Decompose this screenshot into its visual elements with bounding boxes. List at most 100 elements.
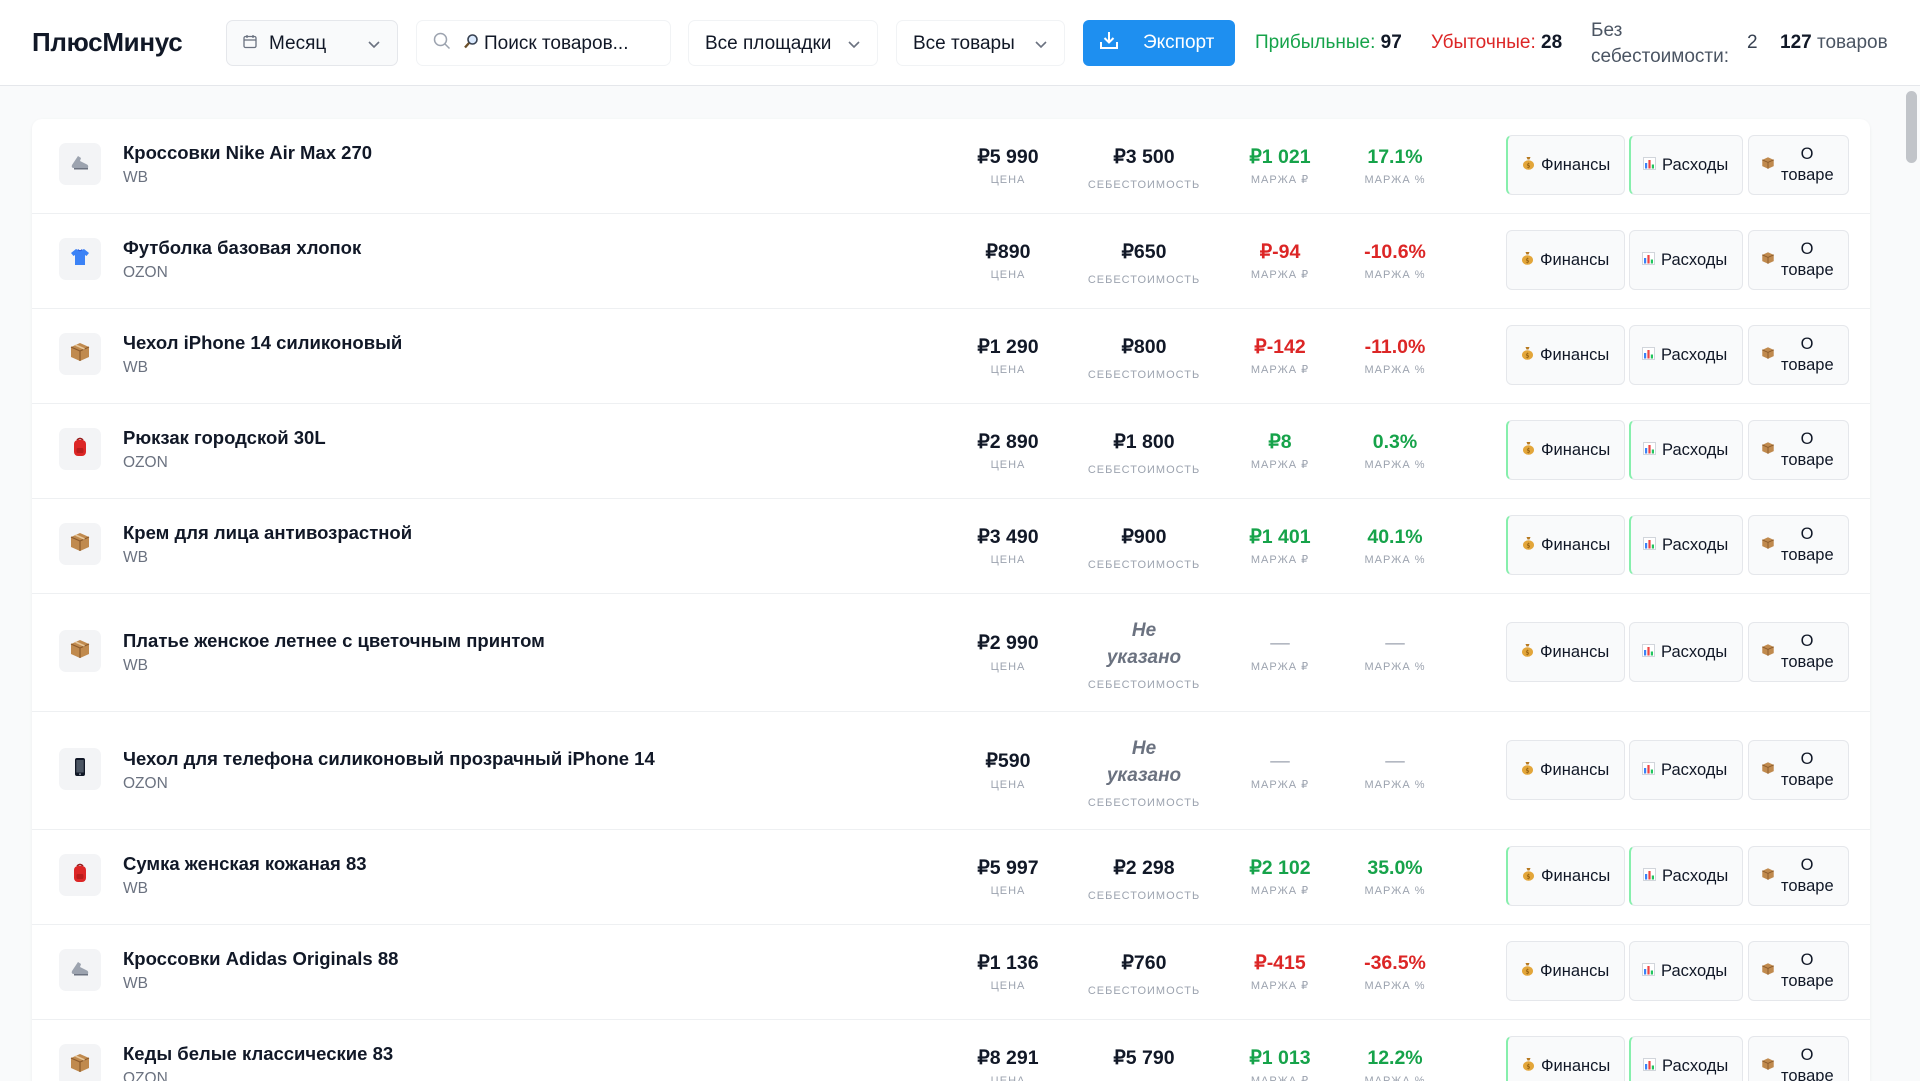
finance-button[interactable]: $ Финансы [1506,135,1625,195]
product-platform: WB [123,880,148,897]
svg-text:$: $ [1525,351,1529,359]
expenses-button[interactable]: Расходы [1629,1036,1743,1081]
finance-button[interactable]: $ Финансы [1506,941,1625,1001]
product-thumbnail [59,748,101,790]
about-product-button[interactable]: О товаре [1748,622,1849,682]
calendar-icon [243,34,257,53]
expenses-button[interactable]: Расходы [1629,740,1743,800]
product-thumbnail [59,523,101,565]
product-list: Кроссовки Nike Air Max 270 WB ₽5 990 ЦЕНА ₽3… [32,119,1870,1081]
top-bar: ПлюсМинус Месяц Поиск товаров... Все пло… [0,0,1920,86]
about-product-button[interactable]: О товаре [1748,515,1849,575]
about-product-button[interactable]: О товаре [1748,230,1849,290]
about-product-button[interactable]: О товаре [1748,420,1849,480]
expenses-button-label: Расходы [1662,155,1729,174]
export-button-label: Экспорт [1143,32,1215,53]
product-name[interactable]: Кроссовки Nike Air Max 270 [123,142,372,164]
margin-pct-label: МАРЖА % [1364,364,1426,376]
product-row: Крем для лица антивозрастной WB ₽3 490 ЦЕНА… [32,499,1870,594]
margin-pct-value: — [1385,632,1405,654]
finance-button[interactable]: $ Финансы [1506,230,1625,290]
product-name[interactable]: Крем для лица антивозрастной [123,522,412,544]
finance-button-label: Финансы [1541,155,1611,174]
about-product-button-label: О товаре [1781,632,1834,671]
platforms-select[interactable]: Все площадки [688,20,878,66]
scrollbar-thumb[interactable] [1906,91,1917,163]
money-bag-icon: $ [1522,536,1535,555]
about-product-button[interactable]: О товаре [1748,846,1849,906]
profitable-count: Прибыльные: 97 [1255,31,1402,55]
about-product-button-label: О товаре [1781,430,1834,469]
about-product-button[interactable]: О товаре [1748,941,1849,1001]
about-product-button-label: О товаре [1781,750,1834,789]
product-name[interactable]: Футболка базовая хлопок [123,237,361,259]
finance-button[interactable]: $ Финансы [1506,740,1625,800]
product-platform: WB [123,359,148,376]
about-product-button-label: О товаре [1781,951,1834,990]
finance-button-label: Финансы [1540,250,1610,269]
finance-button[interactable]: $ Финансы [1506,325,1625,385]
money-bag-icon: $ [1521,962,1534,981]
finance-button[interactable]: $ Финансы [1506,515,1625,575]
margin-pct-label: МАРЖА % [1364,885,1426,897]
finance-button[interactable]: $ Финансы [1506,420,1625,480]
expenses-button[interactable]: Расходы [1629,325,1743,385]
product-row: Кроссовки Nike Air Max 270 WB ₽5 990 ЦЕНА ₽3… [32,119,1870,214]
about-product-button-label: О товаре [1781,525,1834,564]
about-product-button[interactable]: О товаре [1748,135,1849,195]
expenses-button[interactable]: Расходы [1629,941,1743,1001]
expenses-button[interactable]: Расходы [1629,515,1743,575]
finance-button[interactable]: $ Финансы [1506,846,1625,906]
expenses-button[interactable]: Расходы [1629,135,1743,195]
backpack-icon [69,436,91,463]
finance-button[interactable]: $ Финансы [1506,622,1625,682]
product-name[interactable]: Чехол для телефона силиконовый прозрачны… [123,748,655,770]
money-bag-icon: $ [1522,867,1535,886]
about-product-button-label: О товаре [1781,1046,1834,1081]
product-row: Кроссовки Adidas Originals 88 WB ₽1 136 ЦЕН… [32,925,1870,1020]
period-select[interactable]: Месяц [226,20,398,66]
money-bag-icon: $ [1521,251,1534,270]
money-bag-icon: $ [1522,156,1535,175]
product-platform: WB [123,657,148,674]
expenses-button[interactable]: Расходы [1629,420,1743,480]
total-label: товаров [1816,32,1888,53]
finance-button-label: Финансы [1540,760,1610,779]
finance-button-label: Финансы [1541,440,1611,459]
margin-pct-value: 40.1% [1367,526,1423,548]
product-row: Чехол для телефона силиконовый прозрачны… [32,712,1870,830]
margin-pct-label: МАРЖА % [1364,174,1426,186]
product-name[interactable]: Платье женское летнее с цветочным принто… [123,630,545,652]
product-name[interactable]: Кроссовки Adidas Originals 88 [123,948,398,970]
product-row: Футболка базовая хлопок OZON ₽890 ЦЕНА ₽650 С… [32,214,1870,309]
bar-chart-icon [1643,1057,1656,1076]
expenses-button[interactable]: Расходы [1629,622,1743,682]
package-icon [1761,761,1775,780]
about-product-button[interactable]: О товаре [1748,740,1849,800]
product-platform: WB [123,549,148,566]
loss-label: Убыточные: [1431,32,1536,53]
backpack-icon [69,862,91,889]
margin-pct-label: МАРЖА % [1364,554,1426,566]
expenses-button[interactable]: Расходы [1629,230,1743,290]
product-thumbnail [59,333,101,375]
about-product-button[interactable]: О товаре [1748,1036,1849,1081]
product-name[interactable]: Рюкзак городской 30L [123,427,326,449]
product-row: Платье женское летнее с цветочным принто… [32,594,1870,712]
package-icon [1761,536,1775,555]
export-button[interactable]: Экспорт [1083,20,1235,66]
search-input[interactable]: Поиск товаров... [416,20,671,66]
expenses-button[interactable]: Расходы [1629,846,1743,906]
loss-value: 28 [1541,32,1563,53]
product-name[interactable]: Кеды белые классические 83 [123,1043,393,1065]
finance-button[interactable]: $ Финансы [1506,1036,1625,1081]
product-name[interactable]: Сумка женская кожаная 83 [123,853,367,875]
expenses-button-label: Расходы [1662,1056,1729,1075]
svg-text:$: $ [1525,967,1529,975]
money-bag-icon: $ [1522,1057,1535,1076]
margin-pct-label: МАРЖА % [1364,269,1426,281]
product-platform: WB [123,169,148,186]
products-filter-select[interactable]: Все товары [896,20,1065,66]
about-product-button[interactable]: О товаре [1748,325,1849,385]
product-name[interactable]: Чехол iPhone 14 силиконовый [123,332,402,354]
